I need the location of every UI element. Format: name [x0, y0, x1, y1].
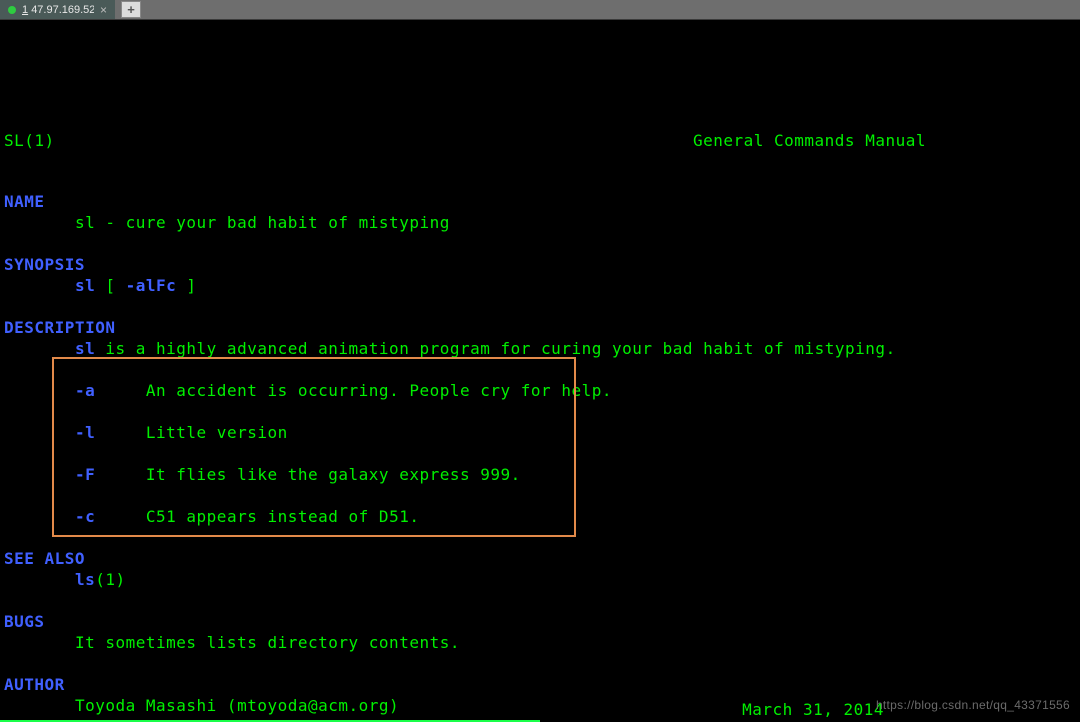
desc-rest: is a highly advanced animation program f…	[95, 339, 896, 358]
terminal-tab-1[interactable]: 1 47.97.169.52 ×	[0, 0, 115, 19]
section-name: NAME	[4, 192, 45, 211]
opt-F-text: It flies like the galaxy express 999.	[146, 465, 521, 484]
section-author: AUTHOR	[4, 675, 65, 694]
opt-F-flag: -F	[75, 465, 95, 484]
manpage-header-right: General Commands Manual	[693, 130, 926, 151]
close-tab-icon[interactable]: ×	[100, 4, 107, 16]
desc-cmd: sl	[75, 339, 95, 358]
opt-l-flag: -l	[75, 423, 95, 442]
synopsis-cmd: sl	[75, 276, 95, 295]
manpage-body: NAME sl - cure your bad habit of mistypi…	[4, 170, 896, 716]
tab-bar: 1 47.97.169.52 × +	[0, 0, 1080, 20]
section-see-also: SEE ALSO	[4, 549, 85, 568]
name-line: sl - cure your bad habit of mistyping	[75, 213, 450, 232]
opt-a-flag: -a	[75, 381, 95, 400]
tab-index: 1	[22, 4, 28, 16]
tab-label: 1 47.97.169.52	[22, 4, 94, 16]
manpage-header-left: SL(1)	[4, 130, 55, 151]
section-description: DESCRIPTION	[4, 318, 115, 337]
terminal-viewport[interactable]: SL(1) General Commands Manual NAME sl - …	[0, 20, 1080, 722]
status-dot-icon	[8, 6, 16, 14]
section-bugs: BUGS	[4, 612, 45, 631]
bugs-line: It sometimes lists directory contents.	[75, 633, 460, 652]
seealso-suffix: (1)	[95, 570, 125, 589]
synopsis-open: [	[95, 276, 125, 295]
synopsis-close: ]	[176, 276, 196, 295]
manpage-header: SL(1) General Commands Manual	[4, 130, 1076, 151]
synopsis-flags: -alFc	[126, 276, 177, 295]
opt-c-text: C51 appears instead of D51.	[146, 507, 420, 526]
opt-c-flag: -c	[75, 507, 95, 526]
author-line: Toyoda Masashi (mtoyoda@acm.org)	[75, 696, 399, 715]
seealso-cmd: ls	[75, 570, 95, 589]
section-synopsis: SYNOPSIS	[4, 255, 85, 274]
manpage-footer-date: March 31, 2014	[742, 699, 884, 720]
tab-host: 47.97.169.52	[31, 4, 94, 16]
opt-l-text: Little version	[146, 423, 288, 442]
new-tab-button[interactable]: +	[121, 1, 141, 18]
opt-a-text: An accident is occurring. People cry for…	[146, 381, 612, 400]
watermark-text: https://blog.csdn.net/qq_43371556	[876, 695, 1070, 716]
